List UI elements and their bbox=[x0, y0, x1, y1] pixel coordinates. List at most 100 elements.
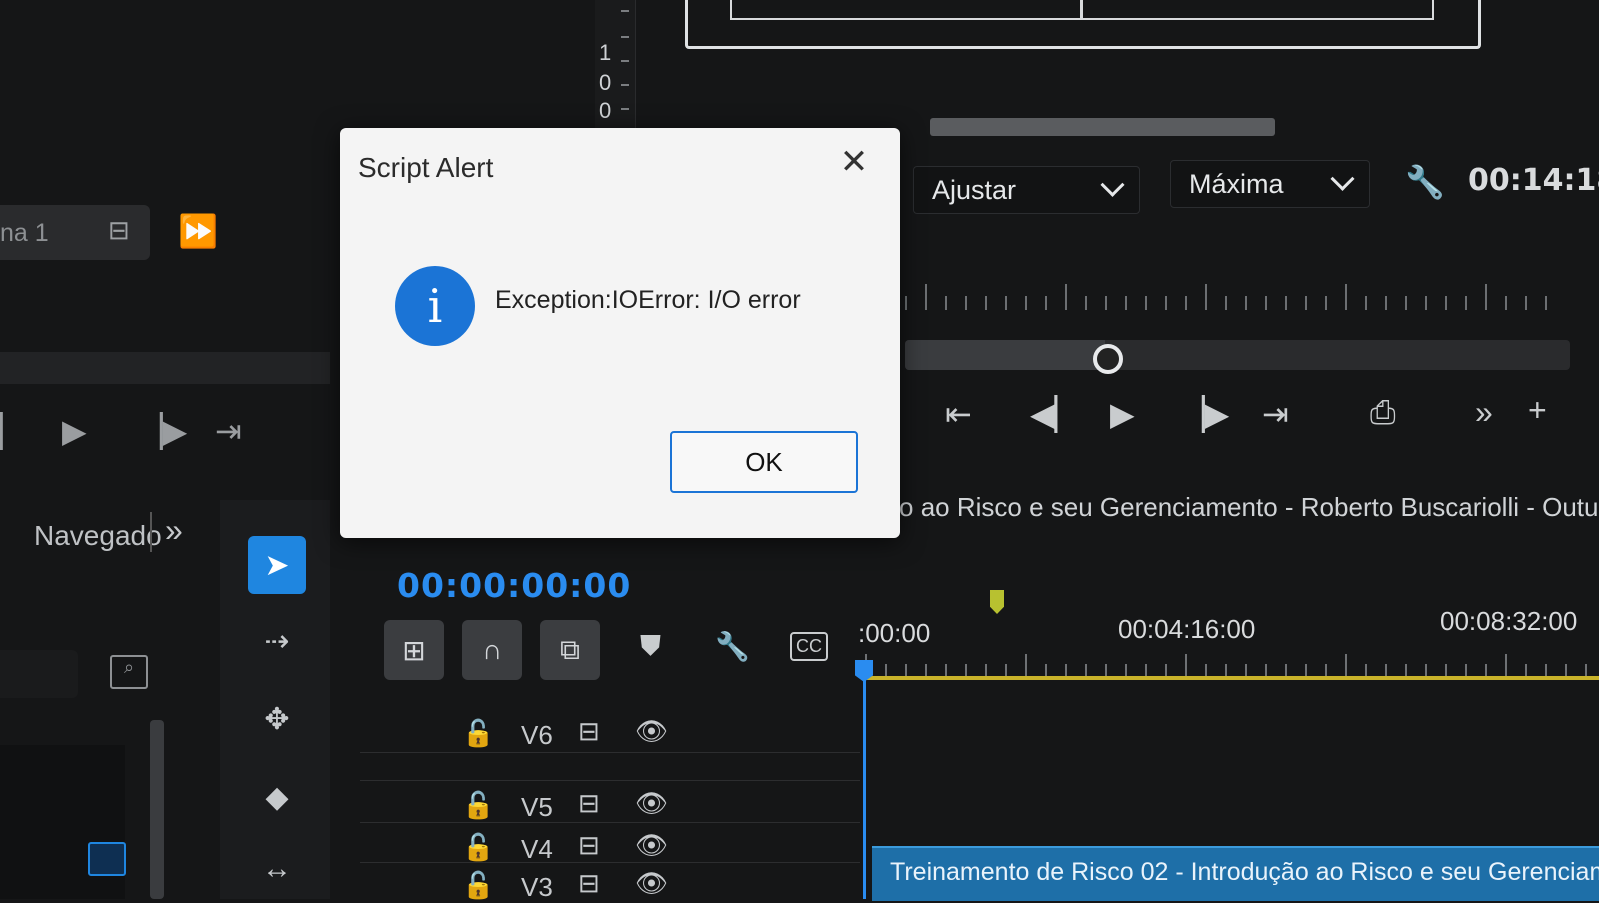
program-time-ruler[interactable] bbox=[905, 270, 1555, 310]
ruler-tick bbox=[1125, 296, 1127, 310]
snap-icon[interactable]: ∩ bbox=[462, 620, 522, 680]
linked-selection-icon[interactable]: ⧉ bbox=[540, 620, 600, 680]
track-name[interactable]: V6 bbox=[521, 720, 553, 751]
sequence-marker[interactable] bbox=[990, 590, 1004, 614]
ruler-tick bbox=[1345, 654, 1347, 676]
info-glyph: i bbox=[427, 279, 443, 333]
eye-icon[interactable]: 👁 bbox=[635, 868, 668, 899]
slip-tool-icon[interactable]: ↔ bbox=[248, 840, 306, 898]
razor-tool-icon[interactable]: ◆ bbox=[248, 768, 306, 826]
captions-icon[interactable]: CC bbox=[790, 632, 828, 661]
ruler-tick bbox=[1385, 664, 1387, 676]
ruler-tick bbox=[925, 664, 927, 676]
program-scrub-fill bbox=[905, 340, 1105, 370]
ruler-tick bbox=[1565, 664, 1567, 676]
sync-lock-icon[interactable]: ⊟ bbox=[578, 830, 600, 861]
ruler-tick bbox=[1105, 296, 1107, 310]
ruler-tick bbox=[1005, 664, 1007, 676]
list-view-icon[interactable] bbox=[88, 842, 126, 876]
ruler-tick bbox=[1445, 296, 1447, 310]
ruler-tick bbox=[1265, 296, 1267, 310]
go-to-out-icon[interactable]: ⇥ bbox=[1262, 398, 1289, 430]
nest-toggle-icon[interactable]: ⊞ bbox=[384, 620, 444, 680]
go-to-in-icon[interactable]: ⇤ bbox=[945, 398, 972, 430]
ruler-tick bbox=[1065, 284, 1067, 310]
ruler-tick bbox=[1425, 664, 1427, 676]
source-scrub-bar[interactable] bbox=[0, 352, 330, 384]
wrench-icon[interactable]: 🔧 bbox=[1405, 166, 1445, 198]
sync-lock-icon[interactable]: ⊟ bbox=[578, 788, 600, 819]
more-controls-icon[interactable]: » bbox=[1475, 396, 1493, 428]
navigator-tab[interactable]: Navegado bbox=[34, 520, 162, 552]
program-timecode[interactable]: 00:14:18 bbox=[1468, 163, 1599, 198]
sequence-selector[interactable]: na 1 ⊟ bbox=[0, 205, 150, 260]
sync-lock-icon[interactable]: ⊟ bbox=[578, 716, 600, 747]
step-back-icon[interactable]: ▏ bbox=[0, 415, 25, 447]
play-icon[interactable]: ▶ bbox=[62, 415, 87, 447]
timeline-playhead[interactable] bbox=[863, 662, 866, 899]
step-forward-icon[interactable]: ▕▶ bbox=[1180, 398, 1229, 430]
ruler-tick bbox=[1285, 664, 1287, 676]
ruler-tick bbox=[1365, 664, 1367, 676]
ruler-time-label: 00:08:32:00 bbox=[1440, 606, 1578, 636]
video-clip[interactable]: Treinamento de Risco 02 - Introdução ao … bbox=[872, 846, 1599, 901]
lock-icon[interactable]: 🔓 bbox=[462, 870, 494, 901]
go-to-out-icon[interactable]: ⇥ bbox=[215, 415, 242, 447]
find-icon[interactable]: ⌕ bbox=[110, 655, 148, 689]
quality-dropdown[interactable]: Máxima bbox=[1170, 160, 1370, 208]
track-name[interactable]: V5 bbox=[521, 792, 553, 823]
eye-icon[interactable]: 👁 bbox=[635, 716, 668, 747]
step-back-icon[interactable]: ◀▏ bbox=[1030, 398, 1079, 430]
panel-overflow-icon[interactable]: » bbox=[165, 512, 183, 549]
sequence-menu-icon[interactable]: ⊟ bbox=[108, 215, 130, 246]
dialog-message: Exception:IOError: I/O error bbox=[495, 286, 801, 314]
quality-dropdown-value: Máxima bbox=[1189, 168, 1284, 199]
ruler-tick bbox=[1085, 664, 1087, 676]
work-area-bar[interactable] bbox=[865, 676, 1599, 680]
ruler-tick bbox=[1305, 664, 1307, 676]
ruler-tick bbox=[1205, 664, 1207, 676]
fit-dropdown-value: Ajustar bbox=[932, 174, 1017, 205]
dialog-title: Script Alert bbox=[358, 152, 494, 183]
ruler-tick bbox=[885, 664, 887, 676]
add-button-icon[interactable]: + bbox=[1528, 394, 1547, 426]
ripple-edit-tool-icon[interactable]: ✥ bbox=[248, 690, 306, 748]
track-name[interactable]: V3 bbox=[521, 872, 553, 903]
sync-lock-icon[interactable]: ⊟ bbox=[578, 868, 600, 899]
ruler-digit: 0 bbox=[599, 70, 612, 95]
ruler-tick bbox=[1185, 654, 1187, 676]
ruler-tick bbox=[1305, 296, 1307, 310]
tab-divider bbox=[150, 512, 152, 552]
ruler-tick bbox=[1465, 664, 1467, 676]
chevron-down-icon bbox=[1100, 172, 1125, 197]
add-marker-icon[interactable]: ⛊ bbox=[640, 630, 661, 663]
track-select-tool-icon[interactable]: ⇢ bbox=[248, 612, 306, 670]
selection-tool-icon[interactable]: ➤ bbox=[248, 536, 306, 594]
fast-forward-icon[interactable]: ⏩ bbox=[178, 215, 218, 247]
export-frame-icon[interactable]: ⎙ bbox=[1370, 396, 1396, 428]
timeline-timecode[interactable]: 00:00:00:00 bbox=[397, 566, 631, 605]
search-field[interactable] bbox=[0, 650, 78, 698]
ruler-tick bbox=[1205, 284, 1207, 310]
safe-margin-guide bbox=[730, 0, 1434, 20]
ruler-tick bbox=[1005, 296, 1007, 310]
timeline-settings-icon[interactable]: 🔧 bbox=[715, 630, 750, 663]
ok-button[interactable]: OK bbox=[670, 431, 858, 493]
track-divider bbox=[360, 822, 860, 823]
play-icon[interactable]: ▶ bbox=[1110, 398, 1135, 430]
close-icon[interactable]: ✕ bbox=[834, 142, 874, 182]
eye-icon[interactable]: 👁 bbox=[635, 788, 668, 819]
track-name[interactable]: V4 bbox=[521, 834, 553, 865]
eye-icon[interactable]: 👁 bbox=[635, 830, 668, 861]
lock-icon[interactable]: 🔓 bbox=[462, 790, 494, 821]
lock-icon[interactable]: 🔓 bbox=[462, 832, 494, 863]
chevron-down-icon bbox=[1330, 166, 1355, 191]
playhead-handle[interactable] bbox=[1093, 344, 1123, 374]
step-forward-icon[interactable]: ▕▶ bbox=[138, 415, 187, 447]
lock-icon[interactable]: 🔓 bbox=[462, 718, 494, 749]
horizontal-scrollbar[interactable] bbox=[930, 118, 1275, 136]
ruler-tick bbox=[1485, 284, 1487, 310]
fit-dropdown[interactable]: Ajustar bbox=[913, 166, 1140, 214]
vertical-scrollbar[interactable] bbox=[150, 720, 164, 899]
ruler-tick bbox=[1105, 664, 1107, 676]
